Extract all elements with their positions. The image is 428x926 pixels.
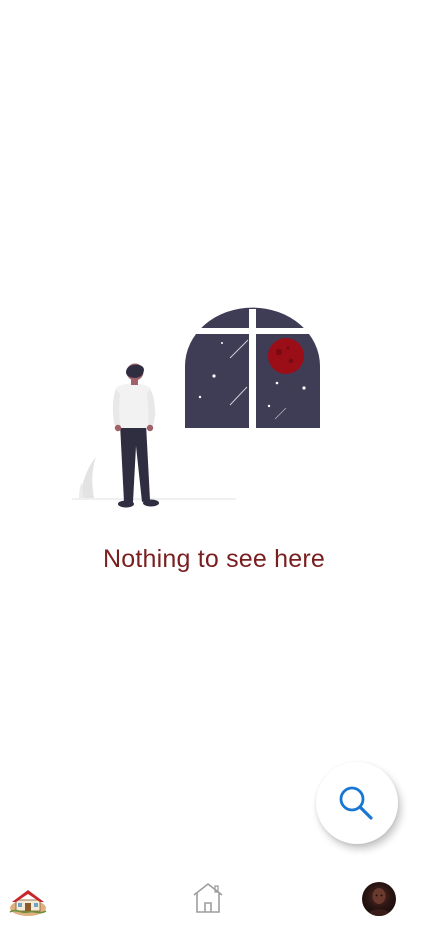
empty-state-illustration [72, 307, 320, 508]
nav-home-button[interactable] [191, 881, 225, 915]
search-icon [339, 786, 373, 820]
empty-state-message: Nothing to see here [102, 545, 325, 573]
profile-avatar[interactable] [362, 882, 396, 916]
house-logo-icon [9, 890, 47, 916]
app-logo-button[interactable] [8, 886, 48, 918]
avatar-icon [367, 888, 391, 916]
bottom-navigation [0, 872, 428, 926]
search-fab-button[interactable] [316, 762, 398, 844]
home-icon [193, 883, 223, 913]
